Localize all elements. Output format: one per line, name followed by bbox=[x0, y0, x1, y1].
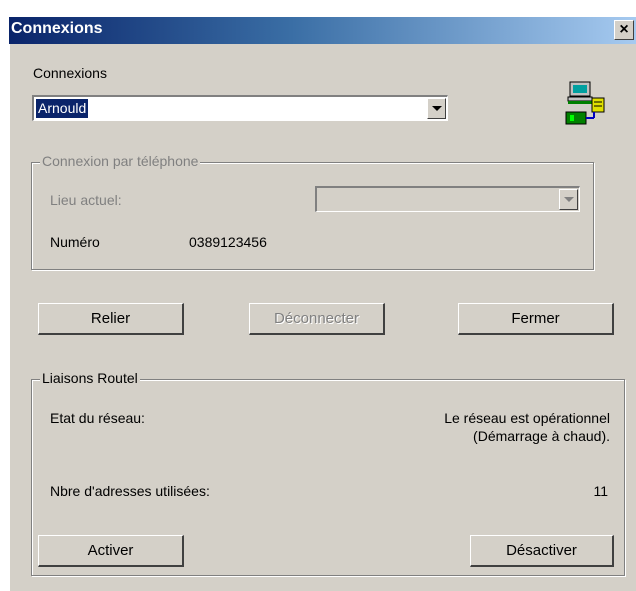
phone-number-value: 0389123456 bbox=[189, 234, 267, 250]
close-button[interactable]: × bbox=[614, 20, 634, 40]
routel-group-legend: Liaisons Routel bbox=[40, 370, 140, 386]
network-status-value: Le réseau est opérationnel (Démarrage à … bbox=[444, 410, 610, 444]
title-bar[interactable]: Connexions × bbox=[9, 17, 636, 44]
relier-button[interactable]: Relier bbox=[38, 303, 184, 335]
addresses-used-label: Nbre d'adresses utilisées: bbox=[50, 483, 210, 499]
phone-number-label: Numéro bbox=[50, 234, 100, 250]
fermer-button[interactable]: Fermer bbox=[458, 303, 614, 335]
network-status-label: Etat du réseau: bbox=[50, 410, 145, 426]
phone-connection-group bbox=[31, 162, 594, 270]
addresses-used-value: 11 bbox=[593, 483, 608, 499]
connexions-select[interactable]: Arnould bbox=[32, 95, 448, 121]
current-location-select bbox=[315, 186, 580, 212]
close-icon: × bbox=[619, 21, 629, 38]
current-location-label: Lieu actuel: bbox=[50, 192, 122, 208]
connexions-label: Connexions bbox=[33, 65, 107, 81]
connexions-dropdown-button[interactable] bbox=[427, 98, 446, 119]
activer-button[interactable]: Activer bbox=[38, 535, 184, 567]
chevron-down-icon bbox=[431, 106, 442, 111]
phone-group-legend: Connexion par téléphone bbox=[40, 153, 201, 169]
network-computers-icon bbox=[565, 81, 605, 125]
connexions-selected-value: Arnould bbox=[36, 99, 89, 118]
network-status-line1: Le réseau est opérationnel bbox=[444, 410, 610, 426]
window-title: Connexions bbox=[11, 20, 103, 37]
chevron-down-icon bbox=[563, 197, 574, 202]
current-location-dropdown-button bbox=[559, 189, 578, 210]
network-status-line2: (Démarrage à chaud). bbox=[473, 428, 610, 444]
desactiver-button[interactable]: Désactiver bbox=[470, 535, 614, 567]
deconnecter-button: Déconnecter bbox=[249, 303, 385, 335]
